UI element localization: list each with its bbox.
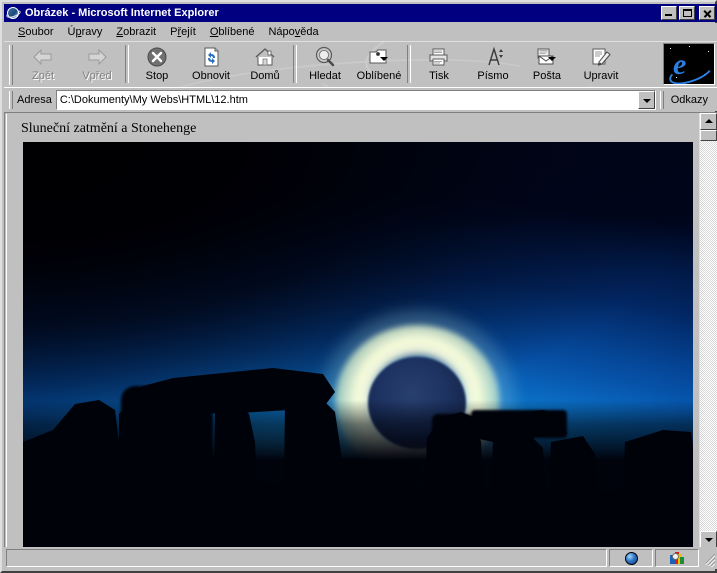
mail-label: Pošta: [532, 70, 562, 82]
stop-icon: [145, 46, 169, 68]
favorites-label: Oblíbené: [356, 70, 402, 82]
address-combobox[interactable]: [55, 89, 656, 110]
favorites-dropdown-arrow[interactable]: [380, 57, 388, 61]
status-message: [6, 549, 607, 567]
status-bar: [4, 547, 717, 569]
resize-grip[interactable]: [700, 550, 716, 568]
edit-button[interactable]: Upravit: [574, 43, 628, 85]
scroll-down-button[interactable]: [700, 531, 717, 548]
close-button[interactable]: [699, 6, 715, 20]
menu-item-soubor[interactable]: Soubor: [11, 25, 60, 39]
mail-button[interactable]: Pošta: [520, 43, 574, 85]
arrow-left-icon: [31, 46, 55, 68]
menu-item-prejit[interactable]: Přejít: [163, 25, 203, 39]
forward-label: Vpřed: [82, 70, 112, 82]
ie-animated-logo[interactable]: e: [663, 43, 715, 85]
internet-zone-globe-icon: [624, 551, 638, 565]
ie-colors-pane[interactable]: [655, 549, 699, 567]
toolbar: Zpět Vpřed Stop Obnovit Domů Hledat Oblí…: [4, 41, 717, 87]
mail-dropdown-arrow[interactable]: [548, 57, 556, 61]
arrow-right-icon: [85, 46, 109, 68]
address-input[interactable]: [56, 90, 638, 109]
home-label: Domů: [250, 70, 280, 82]
ie-main-window: Obrázek - Microsoft Internet Explorer So…: [0, 0, 717, 573]
print-button[interactable]: Tisk: [412, 43, 466, 85]
security-zone-pane[interactable]: [609, 549, 653, 567]
menu-item-napoveda[interactable]: Nápověda: [261, 25, 325, 39]
toolbar-separator-3: [407, 45, 411, 83]
home-button[interactable]: Domů: [238, 43, 292, 85]
menu-bar: Soubor Úpravy Zobrazit Přejít Oblíbené N…: [4, 23, 717, 41]
address-dropdown-button[interactable]: [637, 90, 655, 109]
font-size-icon: [481, 46, 505, 68]
address-bar: Adresa Odkazy: [4, 87, 717, 111]
refresh-label: Obnovit: [192, 70, 230, 82]
title-bar: Obrázek - Microsoft Internet Explorer: [4, 4, 717, 22]
client-area: Sluneční zatmění a Stonehenge: [4, 112, 717, 549]
print-label: Tisk: [429, 70, 449, 82]
font-button[interactable]: Písmo: [466, 43, 520, 85]
refresh-button[interactable]: Obnovit: [184, 43, 238, 85]
document-pane: Sluneční zatmění a Stonehenge: [6, 114, 698, 547]
search-button[interactable]: Hledat: [298, 43, 352, 85]
back-label: Zpět: [31, 70, 54, 82]
home-icon: [253, 46, 277, 68]
toolbar-separator-1: [125, 45, 129, 83]
links-button[interactable]: Odkazy: [666, 92, 713, 108]
ie-globe-icon: [5, 6, 22, 20]
menu-item-upravy[interactable]: Úpravy: [60, 25, 109, 39]
menu-item-zobrazit[interactable]: Zobrazit: [109, 25, 163, 39]
stone-upright-left: [121, 386, 213, 547]
maximize-button[interactable]: [679, 6, 695, 20]
edit-label: Upravit: [583, 70, 619, 82]
back-button[interactable]: Zpět: [16, 43, 70, 85]
page-heading: Sluneční zatmění a Stonehenge: [21, 121, 197, 136]
address-bar-grip[interactable]: [8, 90, 13, 110]
toolbar-grip[interactable]: [8, 45, 13, 85]
toolbar-separator-2: [293, 45, 297, 83]
address-label: Adresa: [17, 93, 52, 106]
minimize-button[interactable]: [661, 6, 677, 20]
menu-item-oblibene[interactable]: Oblíbené: [203, 25, 262, 39]
printer-icon: [427, 46, 451, 68]
forward-button[interactable]: Vpřed: [70, 43, 124, 85]
toolbar-button-row: Zpět Vpřed Stop Obnovit Domů Hledat Oblí…: [16, 43, 628, 87]
window-title: Obrázek - Microsoft Internet Explorer: [25, 7, 219, 19]
favorites-button[interactable]: Oblíbené: [352, 43, 406, 85]
search-icon: [313, 46, 337, 68]
ie-colors-icon: [669, 551, 685, 565]
scroll-up-button[interactable]: [700, 113, 717, 130]
caption-buttons: [661, 6, 715, 20]
vertical-scrollbar[interactable]: [699, 113, 717, 548]
stone-lintel-right: [471, 410, 567, 438]
stop-button[interactable]: Stop: [130, 43, 184, 85]
refresh-icon: [199, 46, 223, 68]
links-grip[interactable]: [659, 90, 664, 110]
stop-label: Stop: [145, 70, 169, 82]
font-label: Písmo: [477, 70, 509, 82]
mail-icon: [535, 46, 559, 68]
edit-pencil-icon: [589, 46, 613, 68]
search-label: Hledat: [309, 70, 341, 82]
stone-monolith-center: [432, 414, 476, 547]
favorites-icon: [367, 46, 391, 68]
eclipse-stonehenge-photo: [23, 142, 693, 547]
scroll-track[interactable]: [700, 130, 717, 531]
scroll-thumb[interactable]: [700, 130, 717, 141]
ie-logo-letter: e: [673, 48, 687, 81]
